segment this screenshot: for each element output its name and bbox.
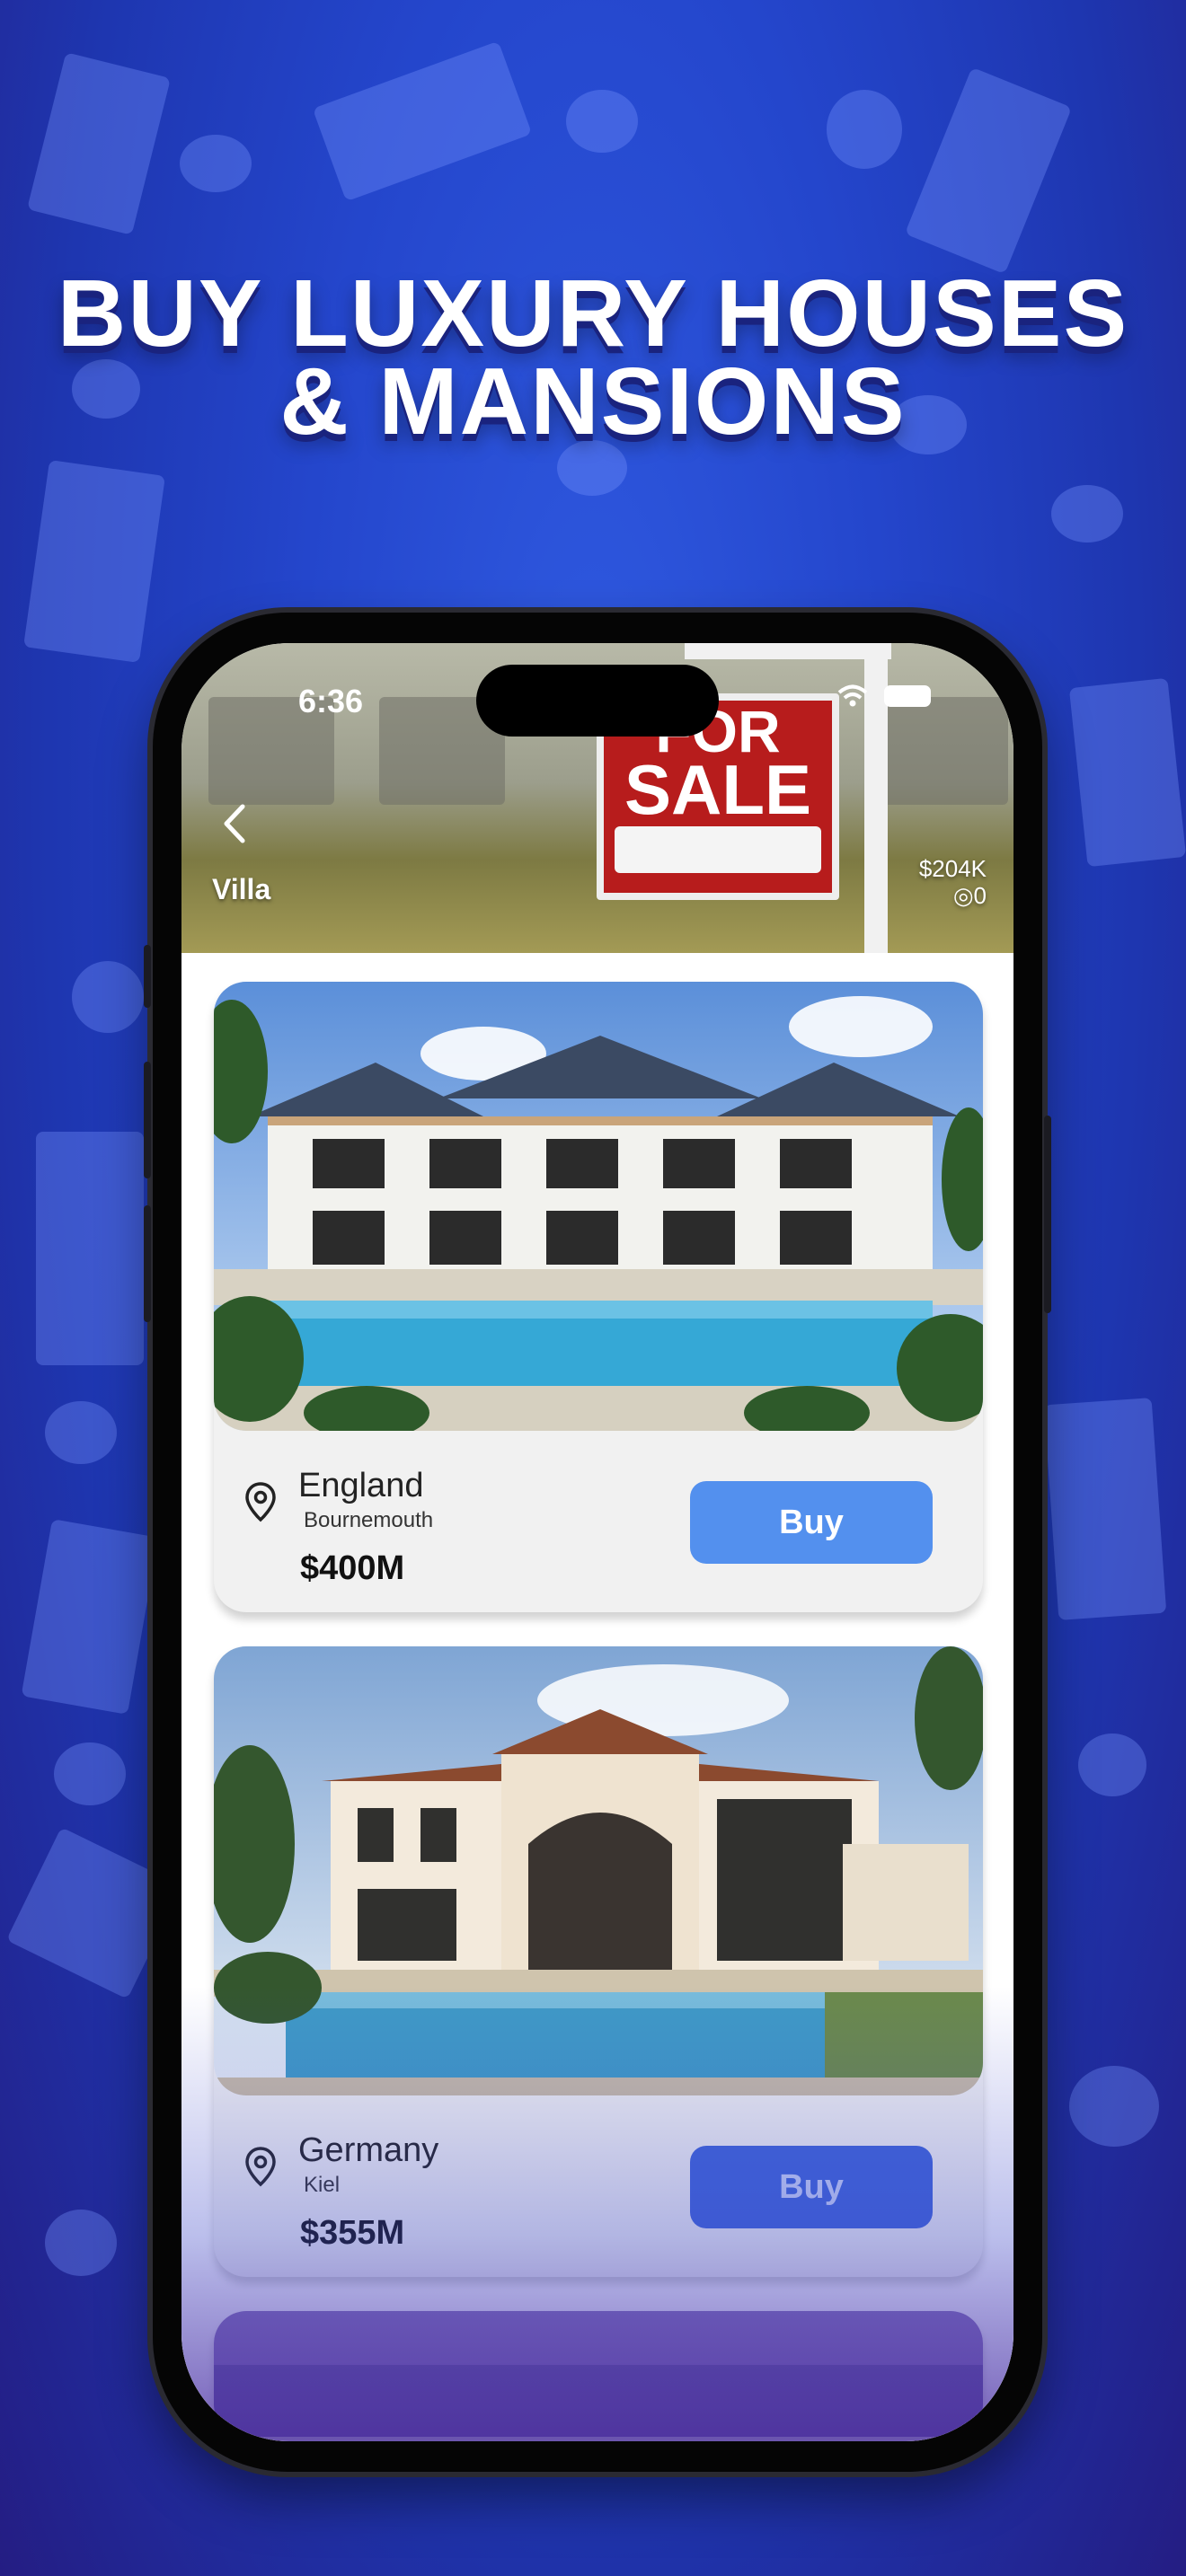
money-bill-decoration	[23, 459, 165, 664]
sign-blank-panel	[615, 826, 821, 873]
dynamic-island	[476, 665, 719, 737]
coin-decoration	[566, 90, 638, 153]
category-label: Villa	[212, 873, 271, 905]
sign-text-sale: SALE	[624, 750, 812, 829]
money-bill-decoration	[1043, 1398, 1167, 1620]
sign-arm	[685, 643, 891, 659]
listing-price: $355M	[300, 2214, 405, 2252]
villa-photo	[214, 982, 983, 1431]
coin-decoration	[180, 135, 252, 192]
coin-decoration	[45, 2210, 117, 2276]
wifi-icon	[837, 684, 868, 707]
listing-card: England Bournemouth $400M Buy	[214, 982, 983, 1612]
money-bill-decoration	[27, 52, 171, 235]
balance-value: $204K	[918, 855, 987, 882]
phone-mockup: 6:36 FOR SALE Villa $204K ◎0 England Bou…	[144, 613, 1051, 2472]
buy-button[interactable]: Buy	[690, 2146, 933, 2228]
location-pin-icon	[245, 2147, 276, 2187]
location-pin-icon	[245, 1482, 276, 1522]
coin-decoration	[54, 1742, 126, 1805]
villa-photo	[214, 1646, 983, 2095]
money-bill-decoration	[312, 40, 533, 202]
listing-card: Germany Kiel $355M Buy	[214, 1646, 983, 2277]
money-bill-decoration	[36, 1132, 144, 1365]
coin-decoration	[45, 1401, 117, 1464]
phone-volume-up-button	[144, 1062, 151, 1178]
battery-icon	[884, 685, 931, 707]
money-bill-decoration	[21, 1519, 159, 1715]
villa-photo	[214, 2311, 983, 2437]
coin-decoration	[1069, 2066, 1159, 2147]
listing-country: Germany	[298, 2131, 439, 2169]
money-bill-decoration	[1068, 677, 1186, 868]
money-bill-decoration	[904, 66, 1073, 275]
promo-headline: BUY LUXURY HOUSES & MANSIONS	[0, 266, 1186, 449]
listing-list: England Bournemouth $400M Buy Germany Ki…	[181, 953, 1013, 2441]
chevron-left-icon[interactable]	[217, 803, 253, 844]
status-time: 6:36	[298, 683, 364, 719]
phone-power-button	[1044, 1116, 1051, 1313]
headline-line-2: & MANSIONS	[279, 348, 907, 454]
listing-city: Bournemouth	[304, 1508, 434, 1532]
buy-button[interactable]: Buy	[690, 1481, 933, 1564]
listing-card	[214, 2311, 983, 2437]
coin-decoration	[1078, 1734, 1146, 1796]
background-house	[882, 697, 1008, 805]
app-screen: 6:36 FOR SALE Villa $204K ◎0 England Bou…	[181, 643, 1013, 2441]
balance-display: $204K ◎0	[919, 855, 987, 909]
listing-country: England	[298, 1467, 424, 1504]
coin-decoration	[72, 961, 144, 1033]
phone-volume-down-button	[144, 1205, 151, 1322]
listing-price: $400M	[300, 1549, 405, 1587]
owned-count: ◎0	[952, 882, 987, 909]
status-icons	[837, 684, 931, 708]
listing-city: Kiel	[304, 2173, 341, 2197]
phone-side-button	[144, 945, 151, 1008]
coin-decoration	[827, 90, 902, 169]
coin-decoration	[1051, 485, 1123, 543]
